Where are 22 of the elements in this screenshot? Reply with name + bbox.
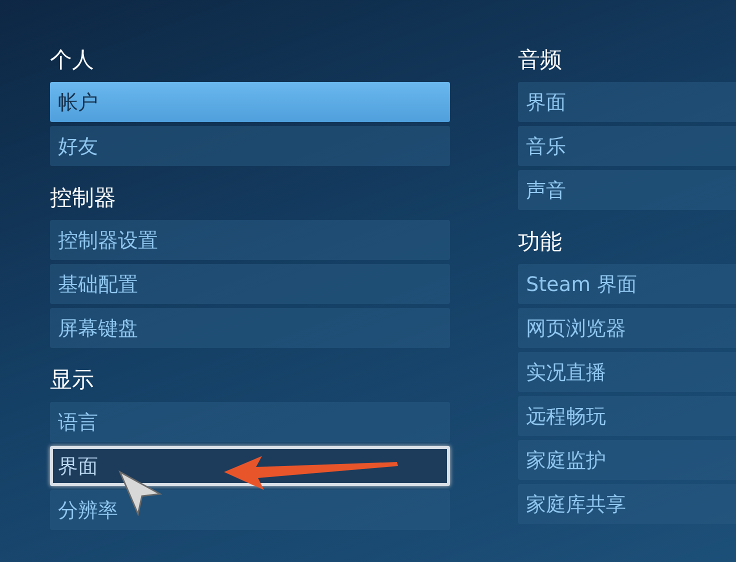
section-title: 显示 (50, 367, 95, 395)
settings-item[interactable]: 网页浏览器 (518, 308, 736, 348)
settings-item[interactable]: 语言 (50, 402, 450, 442)
section-title: 音频 (518, 47, 563, 75)
section-title: 功能 (518, 229, 563, 257)
settings-item[interactable]: 屏幕键盘 (50, 308, 450, 348)
settings-item[interactable]: 分辨率 (50, 490, 450, 530)
settings-item[interactable]: 家庭库共享 (518, 484, 736, 524)
settings-item[interactable]: 声音 (518, 170, 736, 210)
settings-item[interactable]: 控制器设置 (50, 220, 450, 260)
settings-item[interactable]: 远程畅玩 (518, 396, 736, 436)
section-title: 控制器 (50, 185, 117, 213)
settings-item[interactable]: 家庭监护 (518, 440, 736, 480)
settings-item[interactable]: 音乐 (518, 126, 736, 166)
settings-item[interactable]: 帐户 (50, 82, 450, 122)
settings-item[interactable]: 界面 (518, 82, 736, 122)
settings-item[interactable]: Steam 界面 (518, 264, 736, 304)
settings-item[interactable]: 基础配置 (50, 264, 450, 304)
cursor-icon (118, 470, 162, 516)
section-title: 个人 (50, 47, 95, 75)
settings-item[interactable]: 实况直播 (518, 352, 736, 392)
settings-item[interactable]: 好友 (50, 126, 450, 166)
